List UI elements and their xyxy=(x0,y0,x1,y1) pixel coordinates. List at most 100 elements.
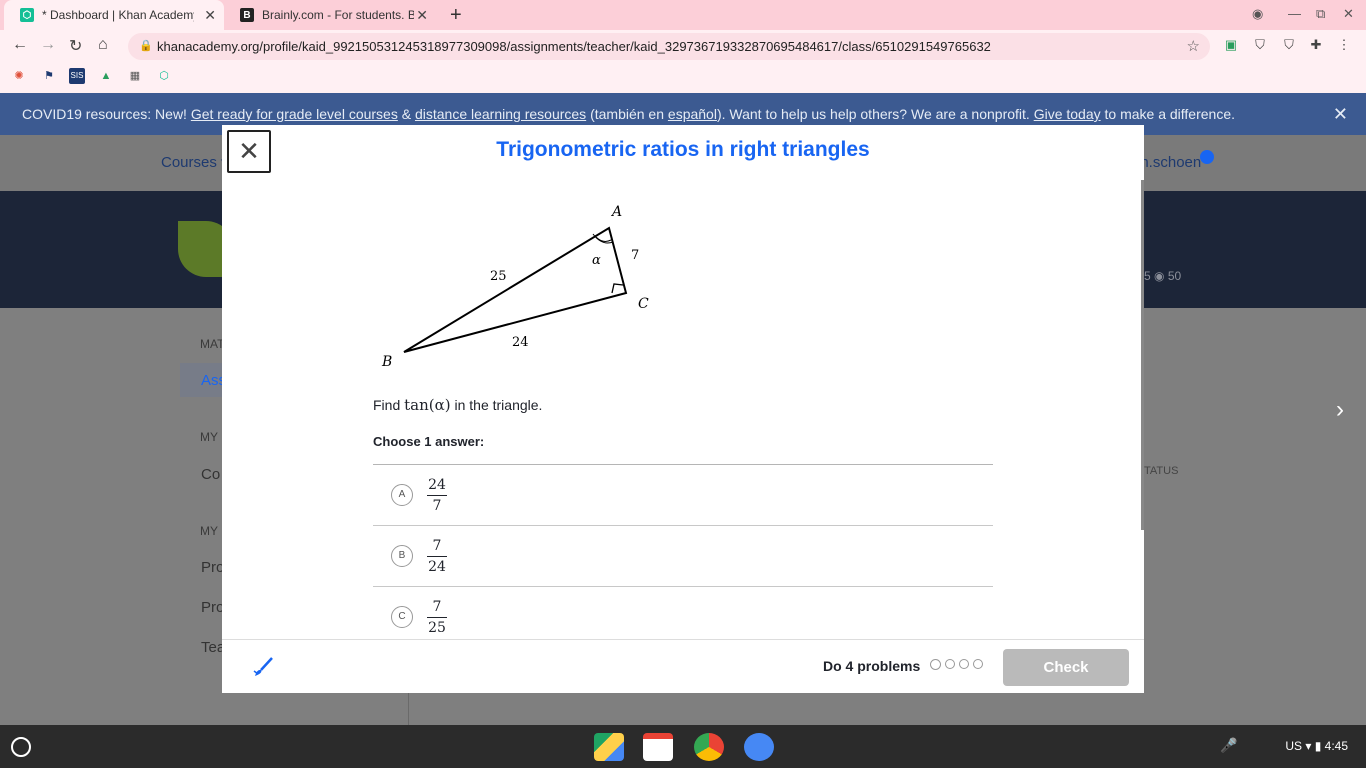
menu-icon[interactable]: ⋮ xyxy=(1336,37,1352,53)
bookmark-star-icon[interactable]: ☆ xyxy=(1187,37,1200,55)
tab-khan-academy[interactable]: ⬡ * Dashboard | Khan Academy ✕ xyxy=(4,0,224,30)
banner-text: COVID19 resources: New! xyxy=(22,106,191,122)
answer-choice-b[interactable]: B 7 24 xyxy=(373,526,993,587)
question-prompt: Find tan(α) in the triangle. xyxy=(373,396,542,414)
puzzle-icon[interactable]: ✚ xyxy=(1308,37,1324,53)
vertex-label-a: A xyxy=(610,204,622,220)
modal-footer: Do 4 problems Check xyxy=(222,639,1144,693)
tab-search-icon[interactable]: ◉ xyxy=(1252,6,1263,22)
bookmarks-bar: ✺ ⚑ SIS ▲ ▦ ⬡ xyxy=(0,62,1366,93)
chrome-icon[interactable] xyxy=(694,733,724,761)
new-tab-icon[interactable]: + xyxy=(450,4,462,27)
sidebar-item-progress[interactable]: Pro xyxy=(201,599,224,616)
banner-text: to make a difference. xyxy=(1100,106,1236,122)
sidebar-label: MAT xyxy=(200,337,225,351)
url-text: khanacademy.org/profile/kaid_99215053124… xyxy=(157,39,991,54)
progress-dot xyxy=(930,659,941,670)
lock-icon: 🔒 xyxy=(139,40,153,52)
banner-link[interactable]: Get ready for grade level courses xyxy=(191,106,398,122)
prompt-text: in the triangle. xyxy=(450,397,543,413)
exercise-modal: ✕ Trigonometric ratios in right triangle… xyxy=(222,125,1144,693)
shield-icon[interactable]: ⛉ xyxy=(1281,37,1297,53)
progress-dot xyxy=(945,659,955,669)
denominator: 24 xyxy=(428,559,446,575)
choice-letter: C xyxy=(391,606,413,628)
side-label-bc: 24 xyxy=(512,335,529,350)
home-icon[interactable]: ⌂ xyxy=(98,36,108,54)
fraction-bar xyxy=(427,556,447,557)
tab-brainly[interactable]: B Brainly.com - For students. By student… xyxy=(224,0,436,30)
choice-letter: A xyxy=(391,484,413,506)
tab-title: Brainly.com - For students. By students xyxy=(262,8,414,22)
maximize-icon[interactable]: ⧉ xyxy=(1316,6,1325,22)
close-icon[interactable]: ✕ xyxy=(1333,93,1348,135)
fraction-bar xyxy=(427,617,447,618)
banner-text: (también en xyxy=(586,106,668,122)
scrollbar[interactable] xyxy=(1141,180,1144,530)
problem-count: Do 4 problems xyxy=(823,658,921,674)
close-tab-icon[interactable]: ✕ xyxy=(204,7,216,24)
notification-dot xyxy=(1200,150,1214,164)
sidebar-item-courses[interactable]: Co xyxy=(201,466,220,483)
reload-icon[interactable]: ↻ xyxy=(69,36,82,56)
angle-label: α xyxy=(592,253,601,268)
launcher-icon[interactable] xyxy=(11,737,31,757)
banner-link[interactable]: Give today xyxy=(1034,106,1101,122)
tab-strip: ⬡ * Dashboard | Khan Academy ✕ B Brainly… xyxy=(0,0,1366,30)
numerator: 7 xyxy=(432,599,442,615)
address-bar[interactable]: 🔒 khanacademy.org/profile/kaid_992150531… xyxy=(128,33,1210,60)
sidebar-item-profile[interactable]: Pro xyxy=(201,559,224,576)
sidebar-label: MY xyxy=(200,524,218,538)
answer-choice-c[interactable]: C 7 25 xyxy=(373,587,993,639)
bookmark-icon[interactable]: ▦ xyxy=(127,68,143,84)
progress-dot xyxy=(959,659,969,669)
minimize-icon[interactable]: — xyxy=(1288,6,1301,21)
vertex-label-b: B xyxy=(381,354,392,370)
bookmark-icon[interactable]: SIS xyxy=(69,68,85,84)
tab-title: * Dashboard | Khan Academy xyxy=(42,8,194,22)
close-window-icon[interactable]: ✕ xyxy=(1343,6,1354,22)
shield-icon[interactable]: ⛉ xyxy=(1252,37,1268,53)
progress-dot xyxy=(973,659,983,669)
close-tab-icon[interactable]: ✕ xyxy=(416,7,428,24)
vertex-label-c: C xyxy=(638,296,649,312)
modal-title: Trigonometric ratios in right triangles xyxy=(496,138,870,161)
extension-icon[interactable]: ▣ xyxy=(1223,37,1239,53)
gmail-icon[interactable] xyxy=(643,733,673,761)
bookmark-icon[interactable]: ⚑ xyxy=(41,68,57,84)
side-label-ac: 7 xyxy=(631,248,639,263)
triangle-diagram: A B C 25 7 24 α xyxy=(381,204,649,370)
check-button[interactable]: Check xyxy=(1003,649,1129,686)
choice-letter: B xyxy=(391,545,413,567)
microphone-icon[interactable]: 🎤 xyxy=(1220,737,1237,754)
denominator: 25 xyxy=(428,620,446,636)
answer-choice-a[interactable]: A 24 7 xyxy=(373,465,993,526)
forward-icon[interactable]: → xyxy=(40,36,56,54)
banner-text: ). Want to help us help others? We are a… xyxy=(716,106,1034,122)
triangle-shape xyxy=(403,226,628,353)
answer-choices: A 24 7 B 7 24 C 7 25 xyxy=(373,464,993,639)
denominator: 7 xyxy=(432,498,442,514)
drive-icon[interactable]: ▲ xyxy=(98,68,114,84)
banner-link[interactable]: distance learning resources xyxy=(415,106,586,122)
photos-icon[interactable] xyxy=(744,733,774,761)
fraction-bar xyxy=(427,495,447,496)
drive-icon[interactable] xyxy=(594,733,624,761)
status-column-header: TATUS xyxy=(1144,465,1179,477)
back-icon[interactable]: ← xyxy=(12,36,28,54)
khan-academy-icon[interactable]: ⬡ xyxy=(156,68,172,84)
banner-link[interactable]: español xyxy=(668,106,717,122)
os-shelf: 🎤 US ▾ ▮ 4:45 xyxy=(0,725,1366,768)
numerator: 7 xyxy=(432,538,442,554)
right-angle-mark xyxy=(611,283,624,294)
prompt-text: Find xyxy=(373,397,405,413)
courses-menu[interactable]: Courses ▾ xyxy=(161,153,229,171)
brainly-icon: B xyxy=(240,8,254,22)
bookmark-icon[interactable]: ✺ xyxy=(11,68,27,84)
fraction: 24 7 xyxy=(427,476,447,515)
chevron-right-icon[interactable]: › xyxy=(1336,396,1344,424)
scratchpad-icon[interactable] xyxy=(252,656,276,680)
system-tray[interactable]: US ▾ ▮ 4:45 xyxy=(1285,739,1348,753)
fraction: 7 24 xyxy=(427,537,447,576)
progress-dots xyxy=(930,659,983,670)
